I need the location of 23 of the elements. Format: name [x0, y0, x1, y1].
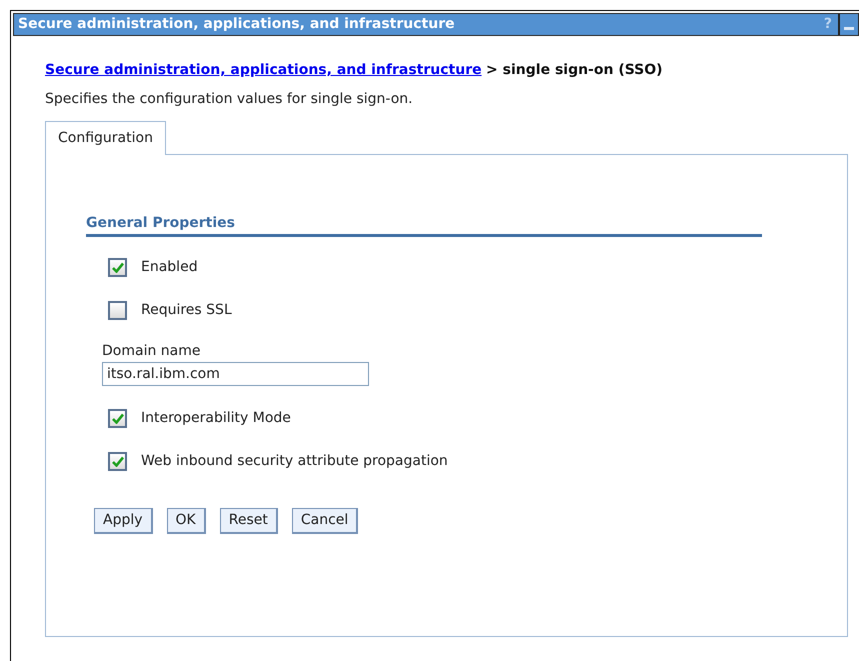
- window-title: Secure administration, applications, and infrastructure: [17, 15, 456, 34]
- checkbox-label: Web inbound security attribute propagation: [141, 452, 448, 471]
- section-heading: General Properties: [86, 213, 762, 237]
- check-icon: [112, 262, 124, 273]
- checkbox-label: Interoperability Mode: [141, 409, 291, 428]
- checkbox[interactable]: [108, 258, 127, 277]
- description-text: Specifies the configuration values for single sign-on.: [45, 90, 414, 109]
- action-button[interactable]: Cancel: [292, 508, 358, 534]
- action-button[interactable]: OK: [166, 508, 206, 534]
- breadcrumb-current: > single sign-on (SSO): [486, 62, 663, 78]
- checkbox[interactable]: [108, 409, 127, 428]
- domain-name-field[interactable]: itso.ral.ibm.com: [102, 362, 369, 386]
- checkbox[interactable]: [108, 301, 127, 320]
- action-button[interactable]: Reset: [220, 508, 278, 534]
- field-label: Domain name: [102, 342, 202, 361]
- checkbox-label: Requires SSL: [141, 301, 232, 320]
- checkbox-label: Enabled: [141, 258, 198, 277]
- breadcrumb-link[interactable]: Secure administration, applications, and infrastructure: [45, 62, 482, 78]
- checkbox[interactable]: [108, 452, 127, 471]
- check-icon: [112, 456, 124, 467]
- action-button[interactable]: Apply: [94, 508, 153, 534]
- tab[interactable]: Configuration: [45, 121, 166, 155]
- check-icon: [112, 413, 124, 424]
